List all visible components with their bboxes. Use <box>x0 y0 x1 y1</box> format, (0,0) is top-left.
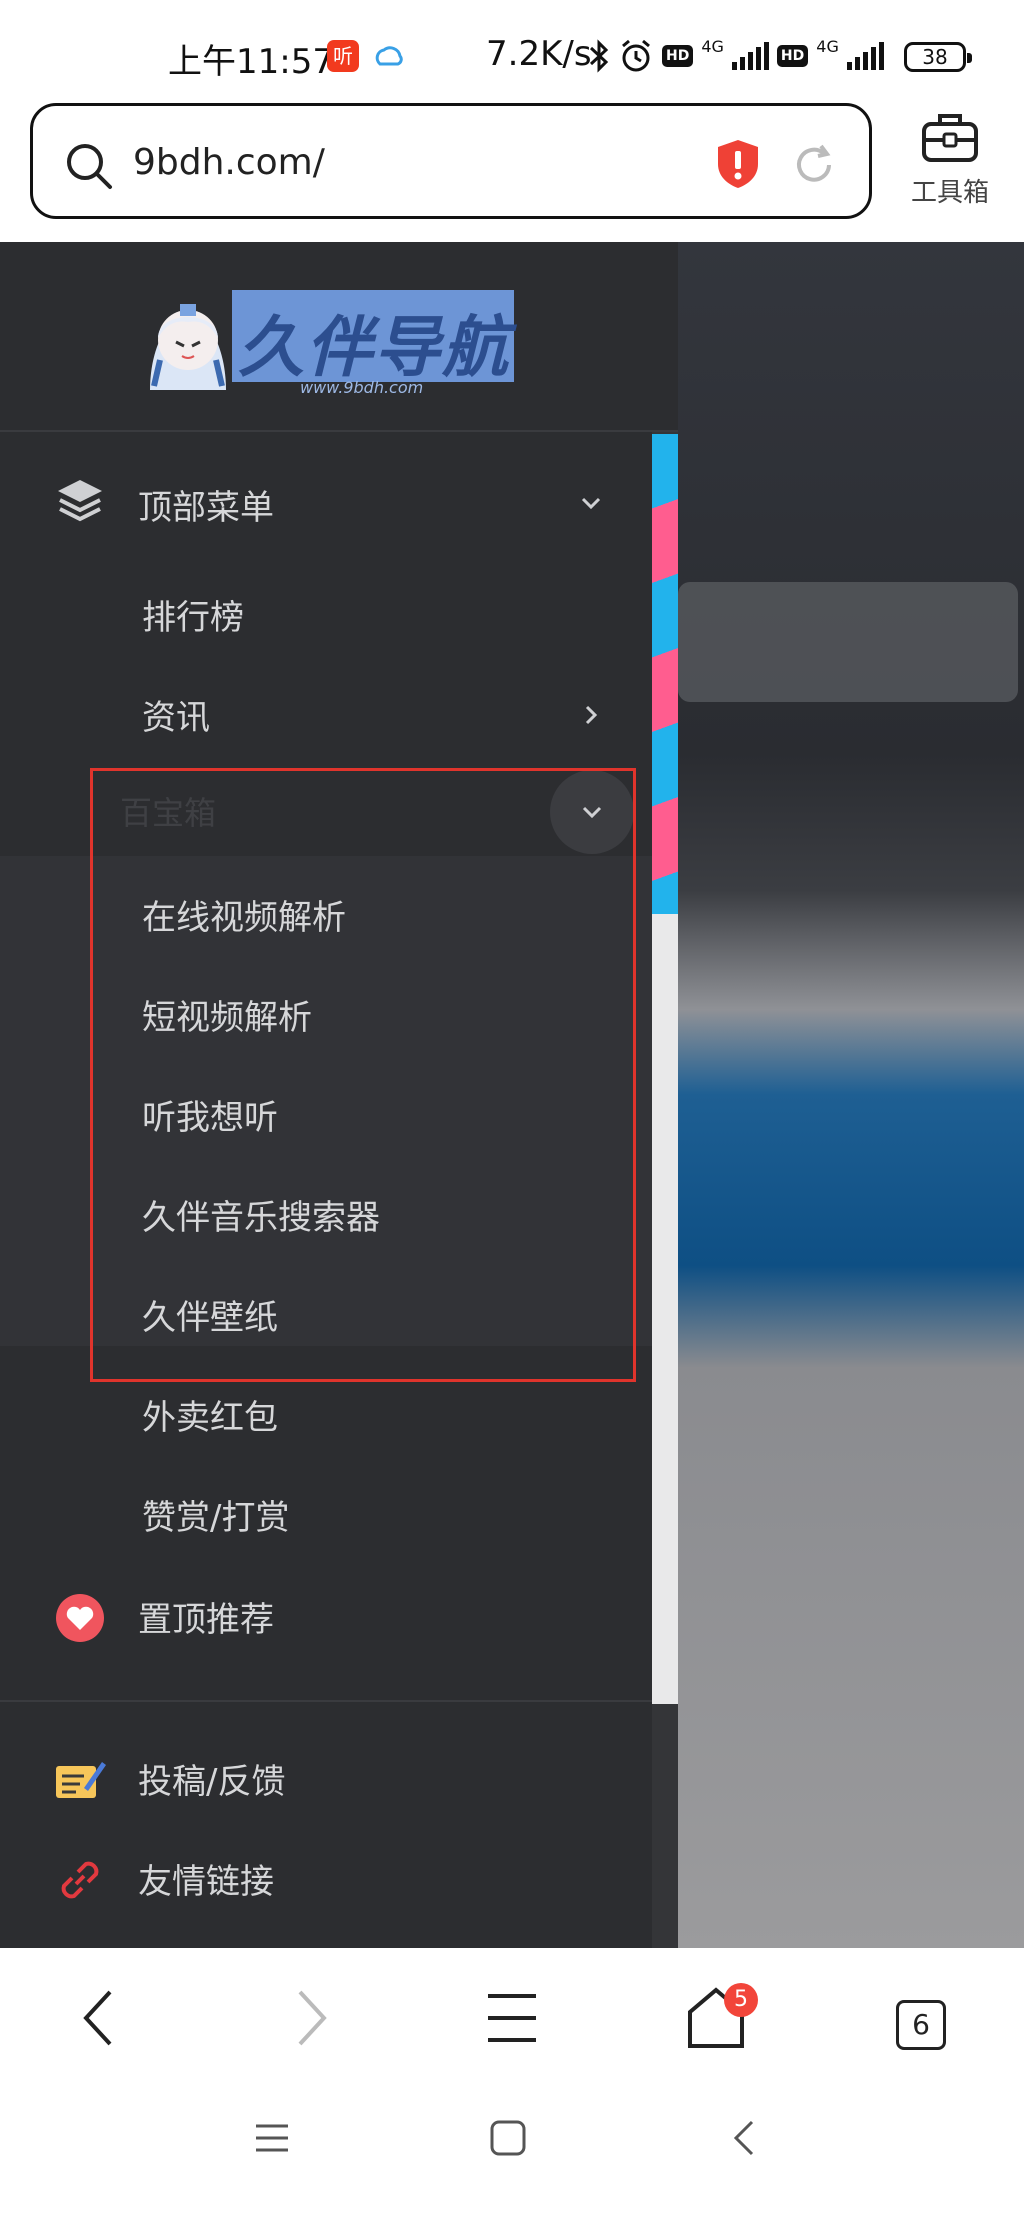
menu-pinned[interactable]: 置顶推荐 <box>0 1568 652 1668</box>
menu-item-donate[interactable]: 赞赏/打赏 <box>0 1468 652 1568</box>
blurred-block <box>678 582 1018 702</box>
battery-icon: 38 <box>904 42 972 72</box>
cloud-icon <box>375 46 403 66</box>
status-icons: HD 4G HD 4G <box>588 36 884 76</box>
system-nav-bar <box>0 2090 1024 2219</box>
recent-apps-icon[interactable] <box>250 2116 294 2160</box>
edit-note-icon <box>56 1762 106 1798</box>
signal-icon-2 <box>846 42 884 70</box>
menu-item-label: 资讯 <box>142 698 210 738</box>
blurred-page-background <box>678 242 1024 1948</box>
scrollbar[interactable] <box>652 434 678 1704</box>
tabs-button[interactable]: 6 <box>896 2000 946 2050</box>
menu-item-takeout-coupon[interactable]: 外卖红包 <box>0 1368 652 1468</box>
menu-item-news[interactable]: 资讯 <box>0 668 652 768</box>
network-speed: 7.2K/s <box>486 34 592 74</box>
menu-friend-links-label: 友情链接 <box>138 1862 274 1902</box>
bluetooth-icon <box>589 39 609 73</box>
menu-item-label: 外卖红包 <box>142 1398 278 1438</box>
toolbox-label: 工具箱 <box>910 178 989 208</box>
app-notification-badge: 听 <box>327 40 359 72</box>
address-bar: 9bdh.com/ 工具箱 <box>0 100 1024 242</box>
search-icon <box>67 144 112 189</box>
mascot-logo-icon <box>150 304 226 390</box>
home-system-icon[interactable] <box>486 2116 530 2160</box>
status-time: 上午11:57 <box>168 42 334 82</box>
chevron-down-icon <box>581 497 601 510</box>
drawer-header: 久伴导航 www.9bdh.com <box>0 242 678 432</box>
hd-badge-2: HD <box>776 45 809 67</box>
menu-submit-feedback[interactable]: 投稿/反馈 <box>0 1730 652 1830</box>
back-system-icon[interactable] <box>724 2116 768 2160</box>
toolbox-button[interactable]: 工具箱 <box>900 110 1000 220</box>
logo-text: 久伴导航 <box>238 309 510 386</box>
side-drawer: 久伴导航 www.9bdh.com 顶部菜单 排行榜 资讯 百宝箱 在线视频解析… <box>0 242 678 1948</box>
hd-badge: HD <box>662 45 694 67</box>
web-content: 久伴导航 www.9bdh.com 顶部菜单 排行榜 资讯 百宝箱 在线视频解析… <box>0 242 1024 1948</box>
menu-item-label: 排行榜 <box>142 598 244 638</box>
forward-icon[interactable] <box>268 1978 348 2058</box>
chevron-right-icon <box>585 705 598 725</box>
menu-top-menu-label: 顶部菜单 <box>138 488 274 528</box>
link-icon <box>61 1861 99 1899</box>
menu-icon[interactable] <box>472 1978 552 2058</box>
highlight-annotation-box <box>90 768 636 1382</box>
menu-top-menu[interactable]: 顶部菜单 <box>0 452 652 552</box>
scrollbar-thumb[interactable] <box>652 434 678 914</box>
menu-item-ranking[interactable]: 排行榜 <box>0 568 652 668</box>
menu-item-label: 赞赏/打赏 <box>142 1498 290 1538</box>
layers-icon <box>58 480 102 522</box>
network-type-2: 4G <box>816 36 839 56</box>
network-type: 4G <box>701 36 724 56</box>
toolbox-icon <box>922 114 978 162</box>
back-icon[interactable] <box>62 1978 142 2058</box>
url-text: 9bdh.com/ <box>133 142 325 183</box>
signal-icon <box>731 42 769 70</box>
menu-submit-feedback-label: 投稿/反馈 <box>138 1762 286 1802</box>
home-notification-badge: 5 <box>724 1983 758 2017</box>
status-bar: 上午11:57 听 7.2K/s HD 4G HD 4G 38 <box>0 0 1024 100</box>
alarm-icon <box>622 39 650 72</box>
heart-icon <box>56 1594 104 1642</box>
menu-pinned-label: 置顶推荐 <box>138 1600 274 1640</box>
menu-friend-links[interactable]: 友情链接 <box>0 1830 652 1930</box>
browser-bottom-nav <box>0 1948 1024 2090</box>
security-warning-icon[interactable] <box>715 138 761 190</box>
drawer-divider <box>0 1700 652 1702</box>
reload-icon[interactable] <box>791 142 837 188</box>
logo-url: www.9bdh.com <box>300 378 424 397</box>
url-input[interactable]: 9bdh.com/ <box>30 103 872 219</box>
site-logo[interactable]: 久伴导航 www.9bdh.com <box>140 288 516 398</box>
